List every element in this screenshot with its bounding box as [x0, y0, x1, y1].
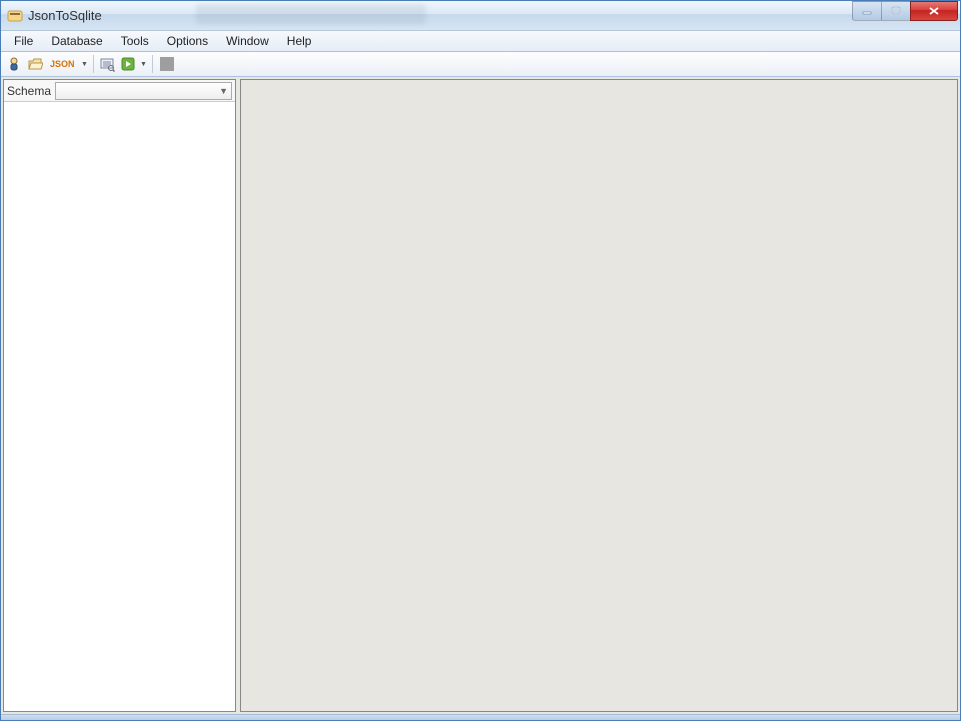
- window-title: JsonToSqlite: [28, 8, 102, 23]
- toolbar-separator: [93, 55, 94, 73]
- menu-help[interactable]: Help: [278, 32, 321, 50]
- toolbar: JSON ▼ ▼: [1, 52, 960, 77]
- schema-dropdown[interactable]: ▼: [55, 82, 232, 100]
- menu-file[interactable]: File: [5, 32, 42, 50]
- menu-tools[interactable]: Tools: [112, 32, 158, 50]
- json-dropdown-icon[interactable]: ▼: [80, 54, 90, 74]
- window-controls: [853, 1, 958, 21]
- titlebar-blur-decoration: [196, 4, 426, 24]
- json-import-button[interactable]: JSON: [46, 54, 79, 74]
- menubar: File Database Tools Options Window Help: [1, 31, 960, 52]
- open-icon[interactable]: [25, 54, 45, 74]
- window-bottom-border: [1, 714, 960, 720]
- app-window: JsonToSqlite File Database Tools Options…: [0, 0, 961, 721]
- app-icon: [7, 8, 23, 24]
- schema-tree[interactable]: [4, 102, 235, 711]
- menu-window[interactable]: Window: [217, 32, 278, 50]
- connect-icon[interactable]: [4, 54, 24, 74]
- menu-database[interactable]: Database: [42, 32, 111, 50]
- main-workspace[interactable]: [240, 79, 958, 712]
- close-button[interactable]: [910, 1, 958, 21]
- titlebar[interactable]: JsonToSqlite: [1, 1, 960, 31]
- query-icon[interactable]: [97, 54, 117, 74]
- stop-button[interactable]: [156, 54, 176, 74]
- chevron-down-icon: ▼: [219, 86, 228, 96]
- execute-icon[interactable]: [118, 54, 138, 74]
- toolbar-separator-2: [152, 55, 153, 73]
- schema-label: Schema: [7, 84, 51, 98]
- sidebar-panel: Schema ▼: [3, 79, 236, 712]
- maximize-button[interactable]: [881, 1, 911, 21]
- stop-icon: [160, 57, 174, 71]
- menu-options[interactable]: Options: [158, 32, 217, 50]
- execute-dropdown-icon[interactable]: ▼: [139, 54, 149, 74]
- content-area: Schema ▼: [1, 77, 960, 714]
- schema-selector-row: Schema ▼: [4, 80, 235, 102]
- minimize-button[interactable]: [852, 1, 882, 21]
